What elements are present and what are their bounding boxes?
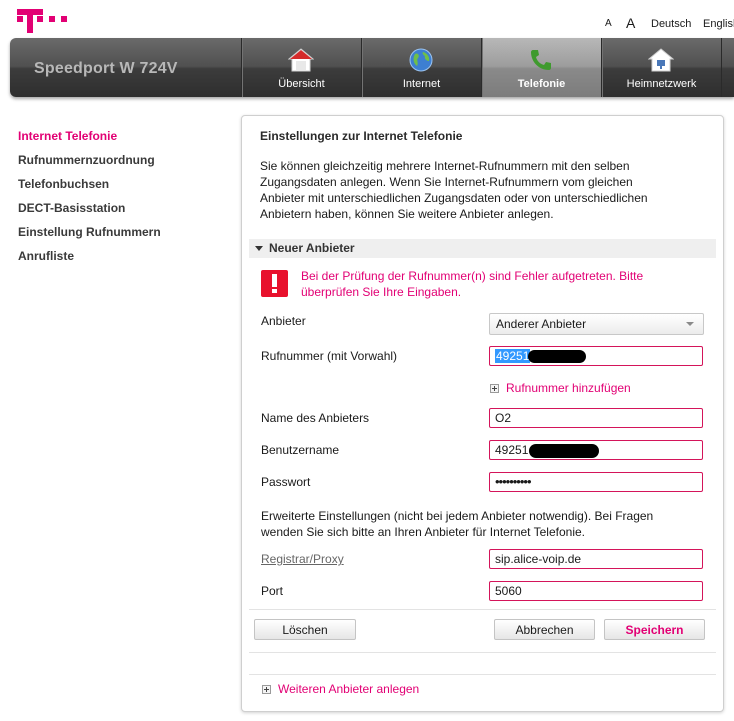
- section-title: Neuer Anbieter: [269, 241, 355, 255]
- password-label: Passwort: [261, 475, 311, 489]
- tab-heimnetzwerk-label: Heimnetzwerk: [626, 78, 697, 90]
- port-label: Port: [261, 584, 284, 598]
- sidebar-item-dect-basisstation[interactable]: DECT-Basisstation: [18, 201, 125, 215]
- lang-de-link[interactable]: Deutsch: [651, 18, 691, 30]
- error-message: Bei der Prüfung der Rufnummer(n) sind Fe…: [301, 269, 644, 299]
- rufnummer-input[interactable]: 49251: [489, 346, 703, 366]
- anbieter-select[interactable]: Anderer Anbieter: [489, 313, 704, 335]
- phone-icon: [531, 50, 551, 70]
- product-name: Speedport W 724V: [34, 60, 178, 77]
- plus-icon[interactable]: [262, 685, 271, 694]
- sidebar-item-rufnummernzuordnung[interactable]: Rufnummernzuordnung: [18, 153, 155, 167]
- collapse-triangle-icon: [255, 246, 263, 251]
- port-input[interactable]: 5060: [489, 581, 703, 601]
- chevron-down-icon: [686, 322, 694, 326]
- sidebar-item-einstellung-rufnummern[interactable]: Einstellung Rufnummern: [18, 225, 161, 239]
- tab-internet-label: Internet: [402, 78, 441, 90]
- add-number-link[interactable]: Rufnummer hinzufügen: [506, 381, 631, 395]
- redaction-mark: [528, 350, 587, 364]
- save-button[interactable]: Speichern: [604, 619, 705, 640]
- plus-icon[interactable]: [490, 384, 499, 393]
- delete-button[interactable]: Löschen: [254, 619, 356, 640]
- globe-icon: [409, 48, 433, 72]
- password-input[interactable]: ••••••••••: [489, 472, 703, 492]
- name-value: O2: [495, 411, 512, 425]
- rufnummer-label: Rufnummer (mit Vorwahl): [261, 349, 398, 363]
- anbieter-label: Anbieter: [261, 314, 306, 328]
- cancel-button[interactable]: Abbrechen: [494, 619, 595, 640]
- tab-uebersicht[interactable]: Übersicht: [241, 38, 361, 97]
- error-icon: [261, 270, 288, 297]
- home-icon: [288, 48, 314, 72]
- settings-panel: Einstellungen zur Internet Telefonie Sie…: [241, 115, 724, 712]
- divider: [249, 674, 716, 675]
- main-header: Speedport W 724V Übersicht Internet Tele…: [10, 38, 734, 97]
- port-value: 5060: [495, 584, 522, 598]
- font-size-small-link[interactable]: A: [605, 18, 612, 29]
- registrar-input[interactable]: sip.alice-voip.de: [489, 549, 703, 569]
- anbieter-selected-value: Anderer Anbieter: [496, 317, 587, 331]
- name-label: Name des Anbieters: [261, 411, 370, 425]
- username-label: Benutzername: [261, 443, 340, 457]
- sidebar-item-internet-telefonie[interactable]: Internet Telefonie: [18, 129, 117, 143]
- sidebar-item-telefonbuchsen[interactable]: Telefonbuchsen: [18, 177, 109, 191]
- rufnummer-value: 49251: [495, 349, 531, 363]
- lang-en-link[interactable]: English: [703, 18, 734, 30]
- sidebar-item-anrufliste[interactable]: Anrufliste: [18, 249, 74, 263]
- tab-telefonie-label: Telefonie: [517, 78, 566, 90]
- registrar-value: sip.alice-voip.de: [495, 552, 582, 566]
- username-value: 49251: [495, 443, 529, 457]
- divider: [249, 609, 716, 610]
- panel-title: Einstellungen zur Internet Telefonie: [260, 129, 463, 143]
- tab-telefonie[interactable]: Telefonie: [481, 38, 601, 97]
- advanced-settings-note: Erweiterte Einstellungen (nicht bei jede…: [261, 509, 654, 539]
- tab-internet[interactable]: Internet: [361, 38, 481, 97]
- add-provider-link[interactable]: Weiteren Anbieter anlegen: [278, 682, 419, 696]
- password-value: ••••••••••: [495, 474, 532, 489]
- registrar-label[interactable]: Registrar/Proxy: [261, 552, 344, 566]
- section-neuer-anbieter[interactable]: Neuer Anbieter: [249, 239, 716, 258]
- name-input[interactable]: O2: [489, 408, 703, 428]
- tab-uebersicht-label: Übersicht: [278, 78, 325, 90]
- username-input[interactable]: 49251: [489, 440, 703, 460]
- redaction-mark: [529, 443, 600, 458]
- panel-description: Sie können gleichzeitig mehrere Internet…: [260, 159, 648, 221]
- telekom-logo: [17, 6, 73, 33]
- tab-heimnetzwerk[interactable]: Heimnetzwerk: [601, 38, 721, 97]
- font-size-large-link[interactable]: A: [626, 15, 635, 31]
- divider: [249, 652, 716, 653]
- network-icon: [648, 48, 674, 72]
